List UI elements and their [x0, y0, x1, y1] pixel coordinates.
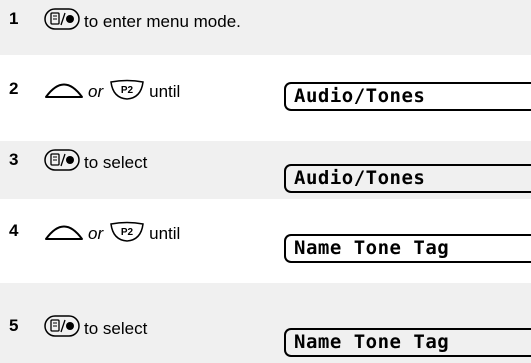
menu-select-button-icon	[44, 315, 80, 342]
up-arrow-key-icon	[44, 220, 84, 247]
display-readout: Audio/Tones	[284, 164, 531, 193]
step-text: to select	[84, 318, 148, 338]
step-text: until	[149, 223, 181, 243]
svg-text:P2: P2	[121, 227, 134, 238]
or-text: or	[88, 223, 104, 243]
display-readout: Name Tone Tag	[284, 234, 531, 263]
or-text: or	[88, 81, 104, 101]
step-number: 2	[9, 79, 19, 98]
step-5-instruction: to select	[44, 315, 147, 342]
step-2-instruction: or P2 until	[44, 78, 180, 105]
up-arrow-key-icon	[44, 78, 84, 105]
step-number: 4	[9, 221, 19, 240]
step-3-instruction: to select	[44, 149, 147, 176]
step-number: 5	[9, 316, 19, 335]
menu-select-button-icon	[44, 8, 80, 35]
step-number: 1	[9, 9, 19, 28]
step-number: 3	[9, 150, 19, 169]
menu-select-button-icon	[44, 149, 80, 176]
step-text: until	[149, 81, 181, 101]
step-4-instruction: or P2 until	[44, 220, 180, 247]
display-readout: Name Tone Tag	[284, 328, 531, 357]
p2-button-icon: P2	[109, 78, 145, 105]
display-readout: Audio/Tones	[284, 82, 531, 111]
step-1-instruction: to enter menu mode.	[44, 8, 241, 35]
step-text: to select	[84, 152, 148, 172]
p2-button-icon: P2	[109, 220, 145, 247]
svg-text:P2: P2	[121, 85, 134, 96]
step-text: to enter menu mode.	[84, 11, 241, 31]
